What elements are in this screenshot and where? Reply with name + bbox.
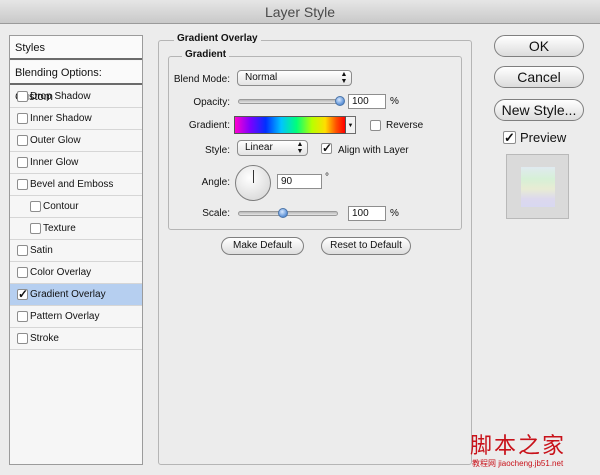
sidebar-item-label: Color Overlay <box>30 267 92 278</box>
sidebar-item[interactable]: Pattern Overlay <box>10 306 142 328</box>
styles-header[interactable]: Styles <box>10 36 142 60</box>
sidebar-item-label: Inner Glow <box>30 157 79 168</box>
sidebar-item[interactable]: Stroke <box>10 328 142 350</box>
angle-needle <box>253 170 254 183</box>
sidebar-item-checkbox[interactable] <box>17 333 28 344</box>
sidebar-item-label: Gradient Overlay <box>30 289 106 300</box>
cancel-button[interactable]: Cancel <box>494 66 584 88</box>
sidebar-item-label: Bevel and Emboss <box>30 179 114 190</box>
angle-field[interactable]: 90 <box>277 174 322 189</box>
updown-arrows-icon: ▲ ▼ <box>340 71 348 85</box>
preview-swatch <box>521 167 555 207</box>
sidebar-item[interactable]: Inner Glow <box>10 152 142 174</box>
style-label: Style: <box>204 145 230 156</box>
style-value: Linear <box>245 142 273 153</box>
watermark-sub: 教程网 jiaocheng.jb51.net <box>472 459 564 468</box>
align-with-layer-label: Align with Layer <box>338 145 409 156</box>
angle-label: Angle: <box>201 177 230 188</box>
sidebar-item-label: Pattern Overlay <box>30 311 100 322</box>
sidebar-item-checkbox[interactable] <box>17 91 28 102</box>
make-default-button[interactable]: Make Default <box>221 237 304 255</box>
blend-mode-select[interactable]: Normal ▲ ▼ <box>237 70 352 86</box>
reverse-checkbox[interactable] <box>370 120 381 131</box>
opacity-slider-track[interactable] <box>238 99 343 104</box>
gradient-picker-arrow-icon[interactable]: ▼ <box>346 116 356 134</box>
opacity-field[interactable]: 100 <box>348 94 386 109</box>
align-with-layer-checkbox[interactable]: ✓ <box>321 142 332 154</box>
sidebar-item-label: Satin <box>30 245 53 256</box>
scale-field[interactable]: 100 <box>348 206 386 221</box>
preview-label: Preview <box>520 130 567 145</box>
watermark-logo: 脚本之家 教程网 jiaocheng.jb51.net <box>470 428 595 473</box>
reverse-label: Reverse <box>386 120 424 131</box>
blend-mode-value: Normal <box>245 72 278 83</box>
sidebar-item-label: Texture <box>43 223 76 234</box>
sidebar-item-checkbox[interactable]: ✓ <box>17 288 28 300</box>
sidebar-item[interactable]: Drop Shadow <box>10 86 142 108</box>
sidebar-item-label: Stroke <box>30 333 59 344</box>
updown-arrows-icon: ▲ ▼ <box>296 141 304 155</box>
sidebar-item[interactable]: Color Overlay <box>10 262 142 284</box>
ok-button[interactable]: OK <box>494 35 584 57</box>
sidebar-item[interactable]: ✓ Gradient Overlay <box>10 284 142 306</box>
scale-label: Scale: <box>202 208 230 219</box>
reset-to-default-button[interactable]: Reset to Default <box>321 237 411 255</box>
sidebar-item-checkbox[interactable] <box>30 223 41 234</box>
watermark-main: 脚本之家 <box>470 434 567 459</box>
sidebar-item-label: Drop Shadow <box>30 91 91 102</box>
angle-unit: ° <box>325 172 329 183</box>
scale-unit: % <box>390 208 399 219</box>
gradient-overlay-title: Gradient Overlay <box>174 33 261 44</box>
preview-checkbox[interactable]: ✓ <box>503 131 516 144</box>
sidebar-item[interactable]: Outer Glow <box>10 130 142 152</box>
sidebar-item-label: Contour <box>43 201 79 212</box>
sidebar-item-checkbox[interactable] <box>30 201 41 212</box>
sidebar-item[interactable]: Bevel and Emboss <box>10 174 142 196</box>
sidebar-item[interactable]: Contour <box>10 196 142 218</box>
sidebar-item[interactable]: Texture <box>10 218 142 240</box>
sidebar-item-checkbox[interactable] <box>17 245 28 256</box>
sidebar-item-checkbox[interactable] <box>17 267 28 278</box>
sidebar-item-checkbox[interactable] <box>17 311 28 322</box>
sidebar-item-label: Outer Glow <box>30 135 81 146</box>
gradient-label: Gradient: <box>188 120 230 131</box>
sidebar-item[interactable]: Inner Shadow <box>10 108 142 130</box>
new-style-button[interactable]: New Style... <box>494 99 584 121</box>
sidebar-item-checkbox[interactable] <box>17 113 28 124</box>
sidebar-item-checkbox[interactable] <box>17 135 28 146</box>
style-select[interactable]: Linear ▲ ▼ <box>237 140 308 156</box>
angle-dial[interactable] <box>235 165 271 201</box>
sidebar-item-checkbox[interactable] <box>17 179 28 190</box>
scale-slider-thumb[interactable] <box>277 208 288 218</box>
window-title: Layer Style <box>0 0 600 24</box>
opacity-unit: % <box>390 96 399 107</box>
opacity-label: Opacity: <box>193 97 230 108</box>
sidebar-item-label: Inner Shadow <box>30 113 92 124</box>
gradient-swatch[interactable] <box>234 116 346 134</box>
blending-options-header[interactable]: Blending Options: Custom <box>10 61 142 103</box>
scale-slider-track[interactable] <box>238 211 338 216</box>
preview-thumbnail <box>506 154 569 219</box>
blend-mode-label: Blend Mode: <box>173 74 230 85</box>
gradient-inner-title: Gradient <box>182 49 230 60</box>
opacity-slider-thumb[interactable] <box>335 96 345 106</box>
styles-list: Styles Blending Options: Custom Drop Sha… <box>9 35 143 465</box>
sidebar-item-checkbox[interactable] <box>17 157 28 168</box>
sidebar-item[interactable]: Satin <box>10 240 142 262</box>
